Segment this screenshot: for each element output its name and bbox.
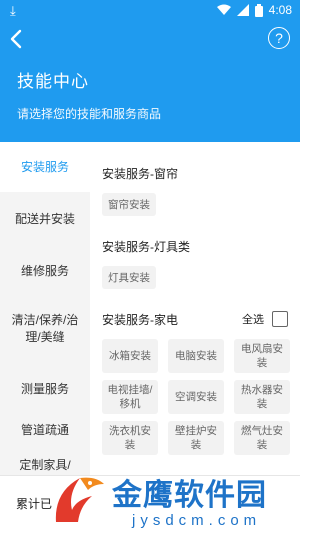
- sidebar-item-delivery-install[interactable]: 配送并安装: [0, 192, 90, 246]
- section-lighting: 安装服务-灯具类 灯具安装: [102, 238, 300, 289]
- sidebar-item-label: 配送并安装: [14, 211, 75, 226]
- sidebar-item-label: 测量服务: [20, 381, 69, 396]
- section-appliances: 安装服务-家电 全选 冰箱安装 电脑安装 电风扇安装 电视挂墙/移机 空调安装 …: [102, 311, 300, 455]
- sidebar-item-label: 清洁/保养/治理/美缝: [11, 313, 79, 344]
- total-label: 累计已: [16, 497, 53, 511]
- sidebar-item-cleaning[interactable]: 清洁/保养/治理/美缝: [0, 296, 90, 362]
- section-curtain: 安装服务-窗帘 窗帘安装: [102, 165, 300, 216]
- sidebar-item-label: 维修服务: [20, 263, 69, 278]
- service-tag[interactable]: 燃气灶安装: [234, 421, 290, 455]
- service-tag[interactable]: 冰箱安装: [102, 339, 158, 373]
- service-tag[interactable]: 空调安装: [168, 380, 224, 414]
- section-header: 安装服务-灯具类: [102, 238, 300, 254]
- service-tag[interactable]: 热水器安装: [234, 380, 290, 414]
- section-title: 安装服务-窗帘: [102, 166, 178, 181]
- section-header: 安装服务-窗帘: [102, 165, 300, 181]
- status-bar: ⤓ 4:08: [0, 0, 300, 22]
- help-icon: ?: [275, 30, 283, 46]
- sidebar-item-label: 安装服务: [20, 159, 69, 174]
- sidebar-item-pipe[interactable]: 管道疏通: [0, 416, 90, 444]
- select-all[interactable]: 全选: [242, 311, 288, 327]
- sidebar-item-repair[interactable]: 维修服务: [0, 246, 90, 296]
- status-time: 4:08: [268, 3, 292, 17]
- page-title: 技能中心: [17, 72, 89, 91]
- wifi-icon: [216, 4, 231, 15]
- footer-bar: 累计已: [0, 475, 300, 533]
- section-title: 安装服务-灯具类: [102, 239, 190, 254]
- tag-list: 窗帘安装: [102, 193, 300, 216]
- help-button[interactable]: ?: [268, 27, 290, 49]
- service-tag[interactable]: 窗帘安装: [102, 193, 156, 216]
- section-header: 安装服务-家电 全选: [102, 311, 300, 327]
- sidebar-item-measure[interactable]: 测量服务: [0, 362, 90, 416]
- select-all-label: 全选: [242, 314, 264, 326]
- service-tag[interactable]: 电风扇安装: [234, 339, 290, 373]
- service-tag[interactable]: 电脑安装: [168, 339, 224, 373]
- select-all-checkbox[interactable]: [272, 311, 288, 327]
- header: ⤓ 4:08 ? 技能中心 请选择您的技能和服务商品: [0, 0, 300, 142]
- tag-grid: 冰箱安装 电脑安装 电风扇安装 电视挂墙/移机 空调安装 热水器安装 洗衣机安装…: [102, 339, 300, 455]
- back-arrow-icon[interactable]: [6, 28, 28, 50]
- service-tag[interactable]: 电视挂墙/移机: [102, 380, 158, 414]
- section-title: 安装服务-家电: [102, 312, 178, 327]
- service-tag[interactable]: 灯具安装: [102, 266, 156, 289]
- service-tag[interactable]: 洗衣机安装: [102, 421, 158, 455]
- service-tag[interactable]: 壁挂炉安装: [168, 421, 224, 455]
- download-icon: ⤓: [10, 3, 16, 18]
- tag-list: 灯具安装: [102, 266, 300, 289]
- sidebar-item-label: 管道疏通: [20, 422, 69, 437]
- status-icons: 4:08: [216, 3, 292, 17]
- signal-icon: [236, 4, 249, 16]
- page-subtitle: 请选择您的技能和服务商品: [17, 107, 162, 121]
- battery-icon: [254, 3, 263, 17]
- sidebar-item-install[interactable]: 安装服务: [0, 142, 90, 192]
